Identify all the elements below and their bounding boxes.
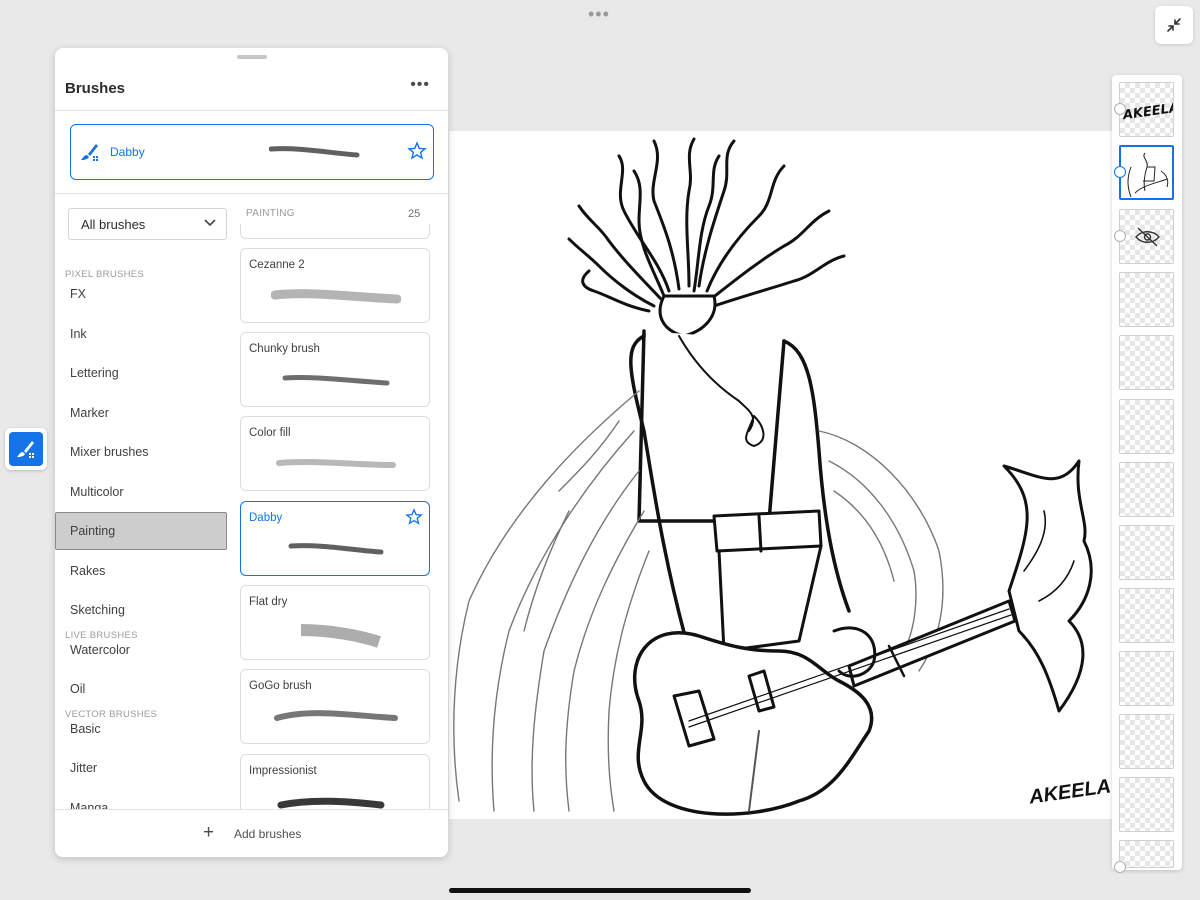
chevron-down-icon <box>204 219 216 227</box>
divider <box>55 110 448 111</box>
svg-text:AKEELA: AKEELA <box>1121 101 1174 124</box>
layer-thumbnail-empty[interactable] <box>1119 462 1174 517</box>
brush-name: Flat dry <box>249 596 288 608</box>
brush-stroke-preview <box>282 375 390 386</box>
category-label: Lettering <box>70 366 119 380</box>
brush-name: Chunky brush <box>249 343 320 355</box>
layer-thumbnail-empty[interactable] <box>1119 335 1174 390</box>
brush-stroke-preview <box>276 459 396 468</box>
layer-blend-badge[interactable] <box>1114 230 1126 242</box>
brush-card-partial[interactable] <box>240 224 430 239</box>
layer-thumbnail-empty[interactable] <box>1119 588 1174 643</box>
category-watercolor[interactable]: Watercolor <box>55 631 227 669</box>
brush-stroke-preview <box>300 624 381 648</box>
brush-name: Impressionist <box>249 765 317 777</box>
brush-stroke-preview <box>274 710 398 721</box>
category-lettering[interactable]: Lettering <box>55 354 227 392</box>
category-label: Jitter <box>70 761 98 775</box>
brush-card-gogo-brush[interactable]: GoGo brush <box>240 669 430 744</box>
brush-name: Color fill <box>249 427 291 439</box>
category-sketching[interactable]: Sketching <box>55 591 227 629</box>
more-options-icon[interactable]: ••• <box>588 4 610 25</box>
hidden-eye-icon <box>1135 227 1160 247</box>
brush-icon <box>81 144 98 161</box>
category-label: FX <box>70 287 86 301</box>
category-label: Marker <box>70 406 109 420</box>
brush-stroke-preview <box>269 146 360 158</box>
current-brush-card[interactable]: Dabby <box>70 124 434 180</box>
collapse-button[interactable] <box>1155 6 1193 44</box>
collapse-icon <box>1167 18 1181 32</box>
brush-count: 25 <box>408 208 421 220</box>
layer-thumbnail-hidden[interactable] <box>1119 209 1174 264</box>
category-fx[interactable]: FX <box>55 275 227 313</box>
brush-stroke-preview <box>288 543 384 555</box>
category-label: Painting <box>70 524 116 538</box>
home-indicator[interactable] <box>449 888 751 893</box>
category-oil[interactable]: Oil <box>55 670 227 708</box>
category-label: Oil <box>70 682 86 696</box>
category-label: Multicolor <box>70 485 124 499</box>
favorite-star-icon[interactable] <box>407 141 427 161</box>
layer-text-preview: AKEELA <box>1121 101 1174 124</box>
category-label: Sketching <box>70 603 125 617</box>
brush-list-header: PAINTING <box>246 208 295 219</box>
layer-blend-badge[interactable] <box>1114 103 1126 115</box>
layer-thumbnail-empty[interactable] <box>1119 714 1174 769</box>
brush-name: Cezanne 2 <box>249 259 305 271</box>
layer-thumbnail-drawing[interactable] <box>1119 145 1174 200</box>
brush-icon <box>17 441 34 458</box>
brush-name: Dabby <box>249 512 283 524</box>
category-rakes[interactable]: Rakes <box>55 552 227 590</box>
brush-filter-dropdown[interactable]: All brushes <box>68 208 227 240</box>
brush-card-dabby[interactable]: Dabby <box>240 501 430 576</box>
layer-thumbnail-text[interactable]: AKEELA <box>1119 82 1174 137</box>
category-label: Basic <box>70 722 101 736</box>
layer-blend-badge[interactable] <box>1114 166 1126 178</box>
divider <box>55 193 448 194</box>
brush-card-color-fill[interactable]: Color fill <box>240 416 430 491</box>
brush-card-cezanne-2[interactable]: Cezanne 2 <box>240 248 430 323</box>
drawing-canvas[interactable]: AKEELA <box>449 131 1113 819</box>
brush-tool-button[interactable] <box>5 428 47 470</box>
favorite-star-icon[interactable] <box>405 508 423 526</box>
category-label: Watercolor <box>70 643 130 657</box>
layer-drawing-preview <box>1121 147 1172 198</box>
layer-thumbnail-empty[interactable] <box>1119 399 1174 454</box>
layer-blend-badge[interactable] <box>1114 861 1126 873</box>
panel-drag-handle[interactable] <box>237 55 267 59</box>
category-jitter[interactable]: Jitter <box>55 749 227 787</box>
layer-thumbnail-empty[interactable] <box>1119 777 1174 832</box>
layer-thumbnail-empty[interactable] <box>1119 525 1174 580</box>
category-basic[interactable]: Basic <box>55 710 227 748</box>
category-painting[interactable]: Painting <box>55 512 227 550</box>
add-brushes-button[interactable]: + Add brushes <box>55 809 448 857</box>
layer-thumbnail-empty[interactable] <box>1119 272 1174 327</box>
add-brushes-label: Add brushes <box>234 827 302 841</box>
layer-thumbnail-empty[interactable] <box>1119 840 1174 868</box>
panel-title: Brushes <box>65 80 126 97</box>
layers-panel: AKEELA <box>1112 75 1182 873</box>
brush-stroke-preview <box>271 289 401 304</box>
category-label: Ink <box>70 327 87 341</box>
panel-more-options-icon[interactable]: ••• <box>410 76 430 94</box>
category-ink[interactable]: Ink <box>55 315 227 353</box>
layer-thumbnail-empty[interactable] <box>1119 651 1174 706</box>
brush-stroke-preview <box>277 797 385 809</box>
brush-name: GoGo brush <box>249 680 312 692</box>
plus-icon: + <box>203 822 215 843</box>
category-label: Rakes <box>70 564 106 578</box>
category-label: Mixer brushes <box>70 445 149 459</box>
category-mixer-brushes[interactable]: Mixer brushes <box>55 433 227 471</box>
brushes-panel: Brushes ••• Dabby All brushes PIXEL BRUS… <box>55 48 448 857</box>
brush-card-chunky-brush[interactable]: Chunky brush <box>240 332 430 407</box>
brush-card-impressionist[interactable]: Impressionist <box>240 754 430 809</box>
category-multicolor[interactable]: Multicolor <box>55 473 227 511</box>
category-marker[interactable]: Marker <box>55 394 227 432</box>
artwork-illustration <box>453 137 1093 816</box>
dropdown-value: All brushes <box>81 217 146 232</box>
current-brush-name: Dabby <box>110 145 145 159</box>
brush-list[interactable]: Cezanne 2 Chunky brush Color fill Dabby <box>235 224 445 809</box>
brush-card-flat-dry[interactable]: Flat dry <box>240 585 430 660</box>
